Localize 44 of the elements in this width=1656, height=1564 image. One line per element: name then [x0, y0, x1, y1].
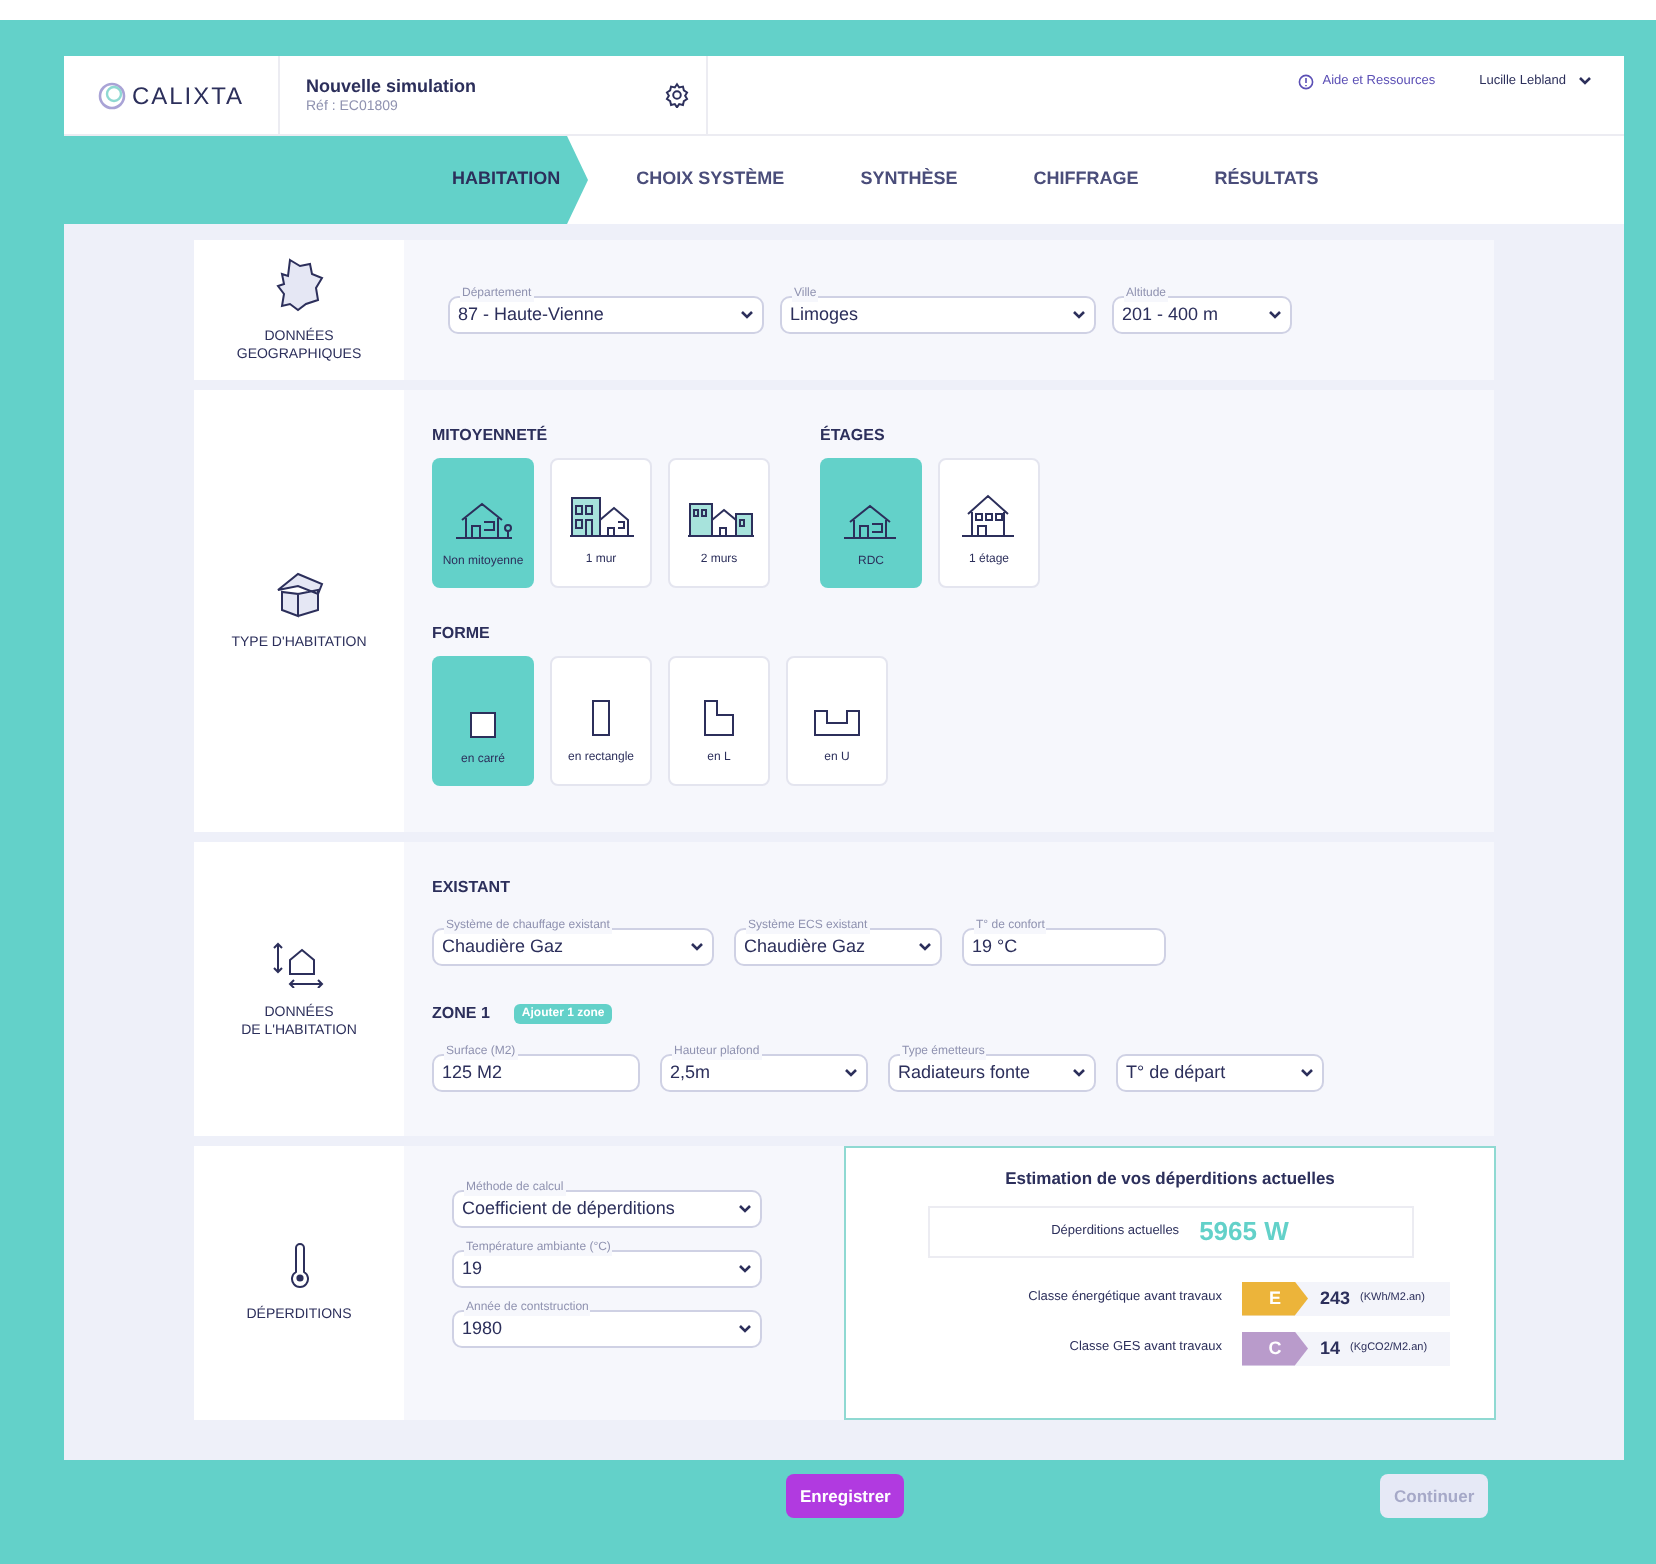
select-field[interactable]: T° de départ — [1116, 1054, 1324, 1092]
save-button[interactable]: Enregistrer — [786, 1474, 905, 1518]
field-value: Coefficient de déperditions — [462, 1195, 675, 1222]
field-value: 19 °C — [972, 933, 1018, 960]
field-value: 201 - 400 m — [1122, 301, 1219, 328]
field-value: Chaudière Gaz — [442, 933, 564, 960]
grade-badge: C — [1242, 1331, 1308, 1366]
section-heading: MITOYENNETÉ — [432, 426, 550, 446]
select-field[interactable]: 1980 — [452, 1310, 762, 1348]
select-field[interactable]: 19 — [452, 1250, 762, 1288]
estimate-title: Estimation de vos déperditions actuelles — [1005, 1166, 1335, 1192]
field-value: Limoges — [790, 301, 859, 328]
section-heading: ZONE 1 — [432, 1004, 490, 1024]
field-value: 19 — [462, 1255, 483, 1282]
current-losses-value: 5965 W — [1199, 1214, 1289, 1250]
select-field[interactable]: 87 - Haute-Vienne — [448, 296, 764, 334]
simulation-title: Nouvelle simulation — [306, 75, 477, 97]
field-value: 1980 — [462, 1315, 503, 1342]
field-value: 2,5m — [670, 1059, 711, 1086]
section-heading: FORME — [432, 624, 492, 644]
field-value: Radiateurs fonte — [898, 1059, 1031, 1086]
select-field[interactable]: Coefficient de déperditions — [452, 1190, 762, 1228]
field-value: 125 M2 — [442, 1059, 503, 1086]
step-tab[interactable]: CHIFFRAGE — [1009, 166, 1163, 194]
class-value: 14 — [1320, 1335, 1341, 1361]
input-field[interactable]: 125 M2 — [432, 1054, 640, 1092]
logo-text: CALIXTA — [131, 79, 245, 113]
grade-badge: E — [1242, 1281, 1308, 1316]
select-field[interactable]: Radiateurs fonte — [888, 1054, 1096, 1092]
section-heading: EXISTANT — [432, 878, 512, 898]
step-tab[interactable]: RÉSULTATS — [1190, 166, 1343, 194]
select-field[interactable]: Chaudière Gaz — [734, 928, 942, 966]
input-field[interactable]: 19 °C — [962, 928, 1166, 966]
field-value: 87 - Haute-Vienne — [458, 301, 604, 328]
select-field[interactable]: Limoges — [780, 296, 1096, 334]
select-field[interactable]: Chaudière Gaz — [432, 928, 714, 966]
field-value: Chaudière Gaz — [744, 933, 866, 960]
step-tab[interactable]: CHOIX SYSTÈME — [612, 166, 809, 194]
class-value: 243 — [1320, 1285, 1351, 1311]
field-value: T° de départ — [1126, 1059, 1226, 1086]
select-field[interactable]: 201 - 400 m — [1112, 296, 1292, 334]
section-heading: ÉTAGES — [820, 426, 887, 446]
select-field[interactable]: 2,5m — [660, 1054, 868, 1092]
step-tab[interactable]: SYNTHÈSE — [836, 166, 982, 194]
